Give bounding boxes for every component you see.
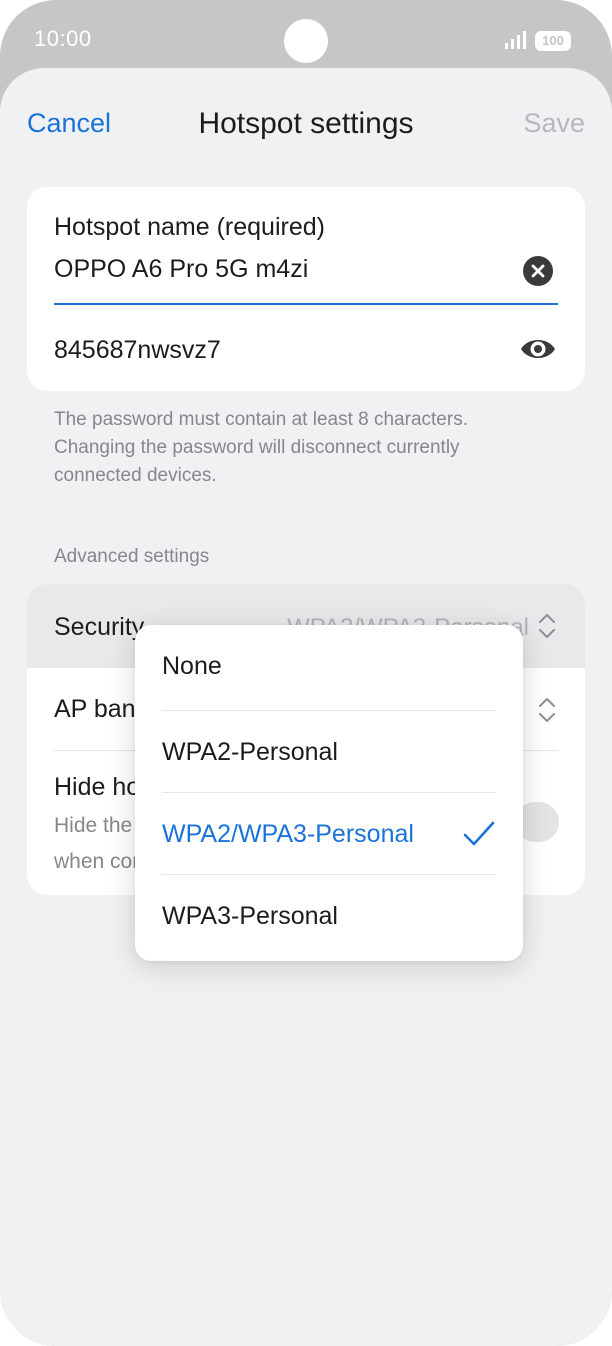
advanced-settings-label: Advanced settings bbox=[54, 546, 210, 567]
security-dropdown-menu: None WPA2-Personal WPA2/WPA3-Personal WP… bbox=[135, 625, 523, 961]
eye-icon[interactable] bbox=[519, 334, 557, 364]
signal-icon bbox=[505, 31, 526, 49]
security-label: Security bbox=[54, 613, 145, 641]
input-underline bbox=[54, 303, 558, 305]
chevron-up-down-icon bbox=[539, 698, 555, 722]
hotspot-name-input[interactable] bbox=[54, 255, 494, 284]
password-field[interactable]: 845687nwsvz7 bbox=[54, 336, 221, 365]
security-option-wpa3[interactable]: WPA3-Personal bbox=[135, 875, 523, 957]
status-time: 10:00 bbox=[34, 26, 92, 51]
security-option-wpa2[interactable]: WPA2-Personal bbox=[135, 711, 523, 793]
option-label: WPA2-Personal bbox=[162, 738, 338, 766]
battery-icon: 100 bbox=[535, 31, 571, 51]
hotspot-name-label: Hotspot name (required) bbox=[54, 213, 325, 241]
checkmark-icon bbox=[463, 821, 495, 846]
front-camera bbox=[284, 19, 328, 63]
cancel-button[interactable]: Cancel bbox=[27, 108, 111, 139]
screen: Hotspot settings Cancel Save Hotspot nam… bbox=[0, 68, 612, 1346]
option-label: None bbox=[162, 652, 222, 680]
chevron-up-down-icon bbox=[539, 614, 555, 638]
phone-frame: 10:00 100 Hotspot settings Cancel Save H… bbox=[0, 0, 612, 1346]
password-helper-text: The password must contain at least 8 cha… bbox=[54, 409, 468, 486]
security-option-none[interactable]: None bbox=[135, 625, 523, 707]
clear-icon[interactable] bbox=[522, 255, 554, 287]
hotspot-credentials-card: Hotspot name (required) 845687nwsvz7 bbox=[27, 187, 585, 391]
security-option-wpa2-wpa3[interactable]: WPA2/WPA3-Personal bbox=[135, 793, 523, 875]
option-label: WPA2/WPA3-Personal bbox=[162, 820, 414, 848]
save-button[interactable]: Save bbox=[523, 108, 585, 139]
option-label: WPA3-Personal bbox=[162, 902, 338, 930]
